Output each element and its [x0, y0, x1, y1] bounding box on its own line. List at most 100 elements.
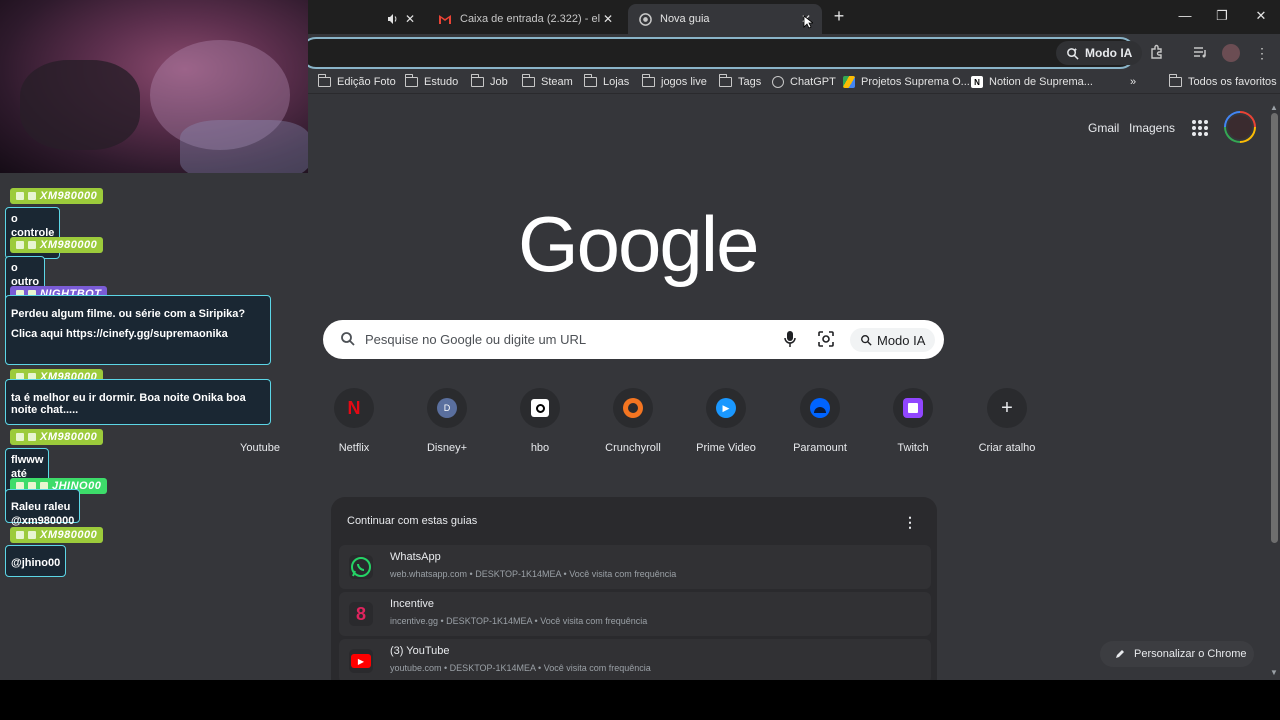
shortcut-hbo[interactable]: hbo — [496, 386, 584, 466]
scroll-up-icon[interactable]: ▲ — [1270, 104, 1278, 112]
ai-mode-search-button[interactable]: Modo IA — [850, 328, 936, 352]
chat-username-badge: XM980000 — [10, 429, 104, 445]
shortcut-prime-video[interactable]: ▶ Prime Video — [682, 386, 770, 466]
restore-icon[interactable]: ❐ — [1213, 8, 1231, 24]
speaker-icon[interactable] — [386, 12, 400, 26]
google-lens-icon[interactable] — [817, 330, 835, 348]
bookmark-folder[interactable]: jogos live — [641, 74, 707, 88]
minimize-icon[interactable]: — — [1176, 8, 1194, 23]
bookmark-folder[interactable]: Job — [470, 74, 508, 88]
bottom-black-bar — [0, 680, 1280, 720]
tab-title: Nova guia — [660, 13, 710, 25]
ai-search-icon — [861, 335, 872, 346]
scrollbar-thumb[interactable] — [1271, 113, 1278, 543]
customize-chrome-button[interactable]: Personalizar o Chrome — [1100, 641, 1254, 667]
folder-icon — [404, 74, 418, 87]
bookmark-label: Steam — [541, 76, 573, 88]
address-bar[interactable] — [300, 37, 1136, 69]
media-control-icon[interactable] — [1191, 44, 1209, 62]
bookmark-folder[interactable]: Edição Foto — [317, 74, 396, 88]
plus-icon: + — [987, 388, 1027, 428]
tab-suggestion-meta: incentive.gg • DESKTOP-1K14MEA • Você vi… — [390, 616, 648, 626]
account-avatar[interactable] — [1224, 111, 1256, 143]
tab-suggestion[interactable]: ▶ (3) YouTube youtube.com • DESKTOP-1K14… — [339, 639, 931, 683]
profile-avatar-icon[interactable] — [1222, 44, 1240, 62]
chat-username: XM980000 — [40, 239, 98, 251]
tab-suggestion-title: (3) YouTube — [390, 645, 450, 657]
close-tab-icon[interactable]: ✕ — [402, 11, 418, 27]
prime-video-icon: ▶ — [706, 388, 746, 428]
ai-mode-button[interactable]: Modo IA — [1056, 41, 1143, 65]
chat-username: XM980000 — [40, 431, 98, 443]
netflix-icon: N — [334, 388, 374, 428]
bookmark-folder[interactable]: Tags — [718, 74, 761, 88]
search-box[interactable]: Pesquise no Google ou digite um URL Modo… — [323, 320, 944, 359]
tab-audio[interactable]: ✕ — [376, 4, 426, 34]
extensions-icon[interactable] — [1148, 44, 1166, 62]
tab-suggestion[interactable]: 8 Incentive incentive.gg • DESKTOP-1K14M… — [339, 592, 931, 636]
chat-bubble: @jhino00 — [5, 545, 67, 577]
tab-suggestion-meta: youtube.com • DESKTOP-1K14MEA • Você vis… — [390, 663, 651, 673]
search-icon — [341, 332, 355, 346]
youtube-icon: ▶ — [349, 649, 373, 673]
tab-suggestion-meta: web.whatsapp.com • DESKTOP-1K14MEA • Voc… — [390, 569, 677, 579]
kebab-menu-icon[interactable]: ⋮ — [1253, 44, 1271, 62]
bookmark-folder[interactable]: Lojas — [583, 74, 630, 88]
mouse-cursor-icon — [803, 15, 813, 29]
shortcut-crunchyroll[interactable]: Crunchyroll — [589, 386, 677, 466]
apps-grid-icon[interactable] — [1192, 120, 1208, 136]
chat-username-badge: XM980000 — [10, 527, 104, 543]
tab-title: Caixa de entrada (2.322) - elen — [460, 13, 600, 25]
tab-suggestion[interactable]: WhatsApp web.whatsapp.com • DESKTOP-1K14… — [339, 545, 931, 589]
shortcut-label: Youtube — [240, 442, 280, 454]
shortcut-netflix[interactable]: N Netflix — [310, 386, 398, 466]
gmail-icon — [438, 12, 452, 26]
notion-icon: N — [971, 76, 983, 88]
images-link[interactable]: Imagens — [1129, 121, 1175, 135]
more-bookmarks-icon[interactable]: » — [1130, 76, 1136, 88]
shortcut-paramount[interactable]: Paramount — [776, 386, 864, 466]
ai-mode-label: Modo IA — [1085, 46, 1133, 60]
shortcut-twitch[interactable]: Twitch — [869, 386, 957, 466]
paramount-icon — [800, 388, 840, 428]
ai-search-icon — [1067, 47, 1079, 60]
bookmark-notion[interactable]: N Notion de Suprema... — [971, 76, 1093, 88]
shortcut-disney[interactable]: D Disney+ — [403, 386, 491, 466]
new-tab-button[interactable]: + — [830, 7, 848, 25]
shortcut-label: Prime Video — [696, 442, 756, 454]
shortcut-label: Crunchyroll — [605, 442, 661, 454]
card-menu-icon[interactable]: ⋮ — [903, 514, 917, 531]
search-input[interactable]: Pesquise no Google ou digite um URL — [365, 332, 586, 347]
bookmark-label: Lojas — [603, 76, 630, 88]
shortcut-label: Twitch — [897, 442, 929, 454]
chat-line: ta é melhor eu ir dormir. Boa noite Onik… — [11, 392, 246, 404]
tab-gmail[interactable]: Caixa de entrada (2.322) - elen ✕ — [428, 4, 624, 34]
tab-suggestion-title: Incentive — [390, 598, 435, 610]
pencil-icon — [1116, 650, 1124, 658]
bookmark-label: Job — [490, 76, 508, 88]
bookmark-label: Edição Foto — [337, 76, 396, 88]
close-tab-icon[interactable]: ✕ — [600, 11, 616, 27]
bookmark-label: Todos os favoritos — [1188, 76, 1277, 88]
bookmark-chatgpt[interactable]: ChatGPT — [772, 76, 836, 88]
bookmark-folder[interactable]: Steam — [521, 74, 573, 88]
gmail-link[interactable]: Gmail — [1088, 121, 1119, 135]
chat-username: XM980000 — [40, 529, 98, 541]
shortcut-add[interactable]: + Criar atalho — [963, 386, 1051, 466]
shortcut-label: Disney+ — [426, 442, 468, 454]
all-bookmarks[interactable]: Todos os favoritos — [1168, 74, 1277, 88]
crunchyroll-icon — [613, 388, 653, 428]
incentive-icon: 8 — [349, 602, 373, 626]
webcam-overlay — [0, 0, 308, 173]
shortcut-label: Netflix — [338, 442, 370, 454]
close-window-icon[interactable]: ✕ — [1252, 8, 1270, 24]
microphone-icon[interactable] — [783, 330, 797, 348]
bookmark-folder[interactable]: Estudo — [404, 74, 458, 88]
chat-line: Perdeu algum filme. ou série com a Sirip… — [11, 308, 246, 320]
bookmark-projetos[interactable]: Projetos Suprema O... — [843, 76, 970, 88]
chat-username-badge: XM980000 — [10, 237, 104, 253]
google-logo: Google — [518, 200, 760, 288]
tab-new-tab[interactable]: Nova guia ✕ — [628, 4, 822, 34]
scroll-down-icon[interactable]: ▼ — [1270, 669, 1278, 677]
chat-bubble: ta é melhor eu ir dormir. Boa noite Onik… — [5, 379, 271, 425]
